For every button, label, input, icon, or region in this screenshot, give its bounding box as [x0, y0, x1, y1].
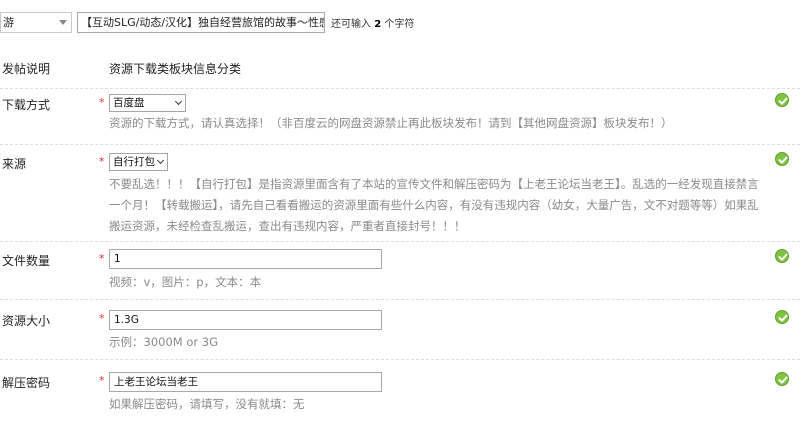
required-mark: * [99, 312, 105, 325]
field-row-download: 下载方式 * 百度盘 资源的下载方式，请认真选择！（非百度云的网盘资源禁止再此板… [0, 88, 800, 144]
field-hint-source: 不要乱选！！！【自行打包】是指资源里面含有了本站的宣传文件和解压密码为【上老王论… [109, 177, 759, 233]
check-icon [775, 93, 789, 107]
chevron-down-icon [156, 156, 165, 165]
field-label-source: 来源 [2, 157, 27, 171]
check-icon [775, 372, 789, 386]
field-hint-file-count: 视频：v，图片：p，文本：本 [109, 275, 262, 289]
chevron-down-icon [174, 97, 183, 106]
source-select[interactable]: 自行打包 [109, 153, 168, 171]
thread-title-input[interactable]: 【互动SLG/动态/汉化】独自经营旅馆的故事～性感～V1.( [77, 12, 325, 33]
check-icon [775, 152, 789, 166]
check-icon [775, 249, 789, 263]
remaining-chars-hint: 还可输入 2 个字符 [331, 19, 415, 30]
download-method-value: 百度盘 [113, 97, 145, 109]
field-row-size: 资源大小 * 1.3G 示例：3000M or 3G [0, 299, 800, 359]
size-input[interactable]: 1.3G [109, 310, 382, 330]
field-label-size: 资源大小 [2, 314, 51, 328]
section-label: 发帖说明 [2, 62, 51, 76]
remaining-chars-count: 2 [374, 19, 382, 30]
field-hint-size: 示例：3000M or 3G [109, 335, 218, 349]
field-label-file-count: 文件数量 [2, 254, 51, 268]
category-select-value: 游 [3, 16, 14, 29]
extract-password-input[interactable]: 上老王论坛当老王 [109, 372, 382, 392]
required-mark: * [99, 96, 105, 109]
field-hint-password: 如果解压密码，请填写，没有就填：无 [109, 397, 305, 411]
required-mark: * [99, 252, 105, 265]
file-count-input[interactable]: 1 [109, 249, 382, 269]
field-label-download: 下载方式 [2, 98, 51, 112]
title-bar: 游 【互动SLG/动态/汉化】独自经营旅馆的故事～性感～V1.( 还可输入 2 … [0, 0, 800, 46]
field-row-password: 解压密码 * 上老王论坛当老王 如果解压密码，请填写，没有就填：无 [0, 359, 800, 430]
chevron-down-icon [59, 20, 67, 25]
field-row-source: 来源 * 自行打包 不要乱选！！！【自行打包】是指资源里面含有了本站的宣传文件和… [0, 144, 800, 241]
required-mark: * [99, 374, 105, 387]
section-value: 资源下载类板块信息分类 [109, 62, 242, 76]
field-label-password: 解压密码 [2, 376, 51, 390]
field-row-file-count: 文件数量 * 1 视频：v，图片：p，文本：本 [0, 241, 800, 299]
category-select[interactable]: 游 [0, 12, 72, 33]
download-method-select[interactable]: 百度盘 [109, 94, 186, 112]
section-header-row: 发帖说明 资源下载类板块信息分类 [0, 46, 800, 88]
field-hint-download: 资源的下载方式，请认真选择！（非百度云的网盘资源禁止再此板块发布！请到【其他网盘… [109, 116, 673, 130]
required-mark: * [99, 155, 105, 168]
check-icon [775, 310, 789, 324]
source-select-value: 自行打包 [113, 156, 155, 168]
